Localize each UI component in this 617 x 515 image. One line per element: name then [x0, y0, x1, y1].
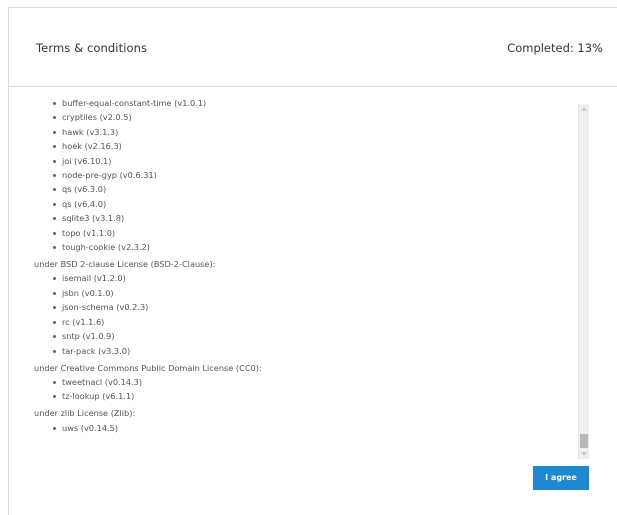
license-scroll-area[interactable]: buffer-equal-constant-time (v1.0.1) crypt…	[34, 96, 590, 452]
license-group-heading: under BSD 2-clause License (BSD-2-Clause…	[34, 259, 216, 270]
license-package-item: hoek (v2.16.3)	[51, 139, 574, 153]
license-package-item: isemail (v1.2.0)	[51, 271, 574, 285]
vertical-scrollbar[interactable]	[578, 104, 589, 459]
license-package-item: node-pre-gyp (v0.6.31)	[51, 168, 574, 182]
license-package-list: buffer-equal-constant-time (v1.0.1) crypt…	[34, 96, 574, 254]
license-package-item: hawk (v3.1.3)	[51, 125, 574, 139]
license-package-item: qs (v6.4.0)	[51, 197, 574, 211]
license-package-item: uws (v0.14.5)	[51, 421, 574, 435]
license-package-item: rc (v1.1.6)	[51, 315, 574, 329]
completion-progress: Completed: 13%	[507, 41, 603, 55]
license-package-item: cryptiles (v2.0.5)	[51, 110, 574, 124]
license-package-list: uws (v0.14.5)	[34, 421, 574, 435]
dialog-title: Terms & conditions	[36, 41, 148, 55]
license-group-heading: under zlib License (Zlib):	[34, 408, 136, 419]
license-package-item: jsbn (v0.1.0)	[51, 286, 574, 300]
scroll-up-icon[interactable]	[581, 107, 587, 111]
dialog-header: Terms & conditions Completed: 13%	[9, 8, 617, 87]
license-package-item: tweetnacl (v0.14.3)	[51, 375, 574, 389]
license-package-item: tar-pack (v3.3.0)	[51, 344, 574, 358]
license-package-item: json-schema (v0.2.3)	[51, 300, 574, 314]
agree-button[interactable]: I agree	[533, 466, 589, 490]
license-group-heading: under Creative Commons Public Domain Lic…	[34, 362, 262, 373]
license-package-list: isemail (v1.2.0) jsbn (v0.1.0) json-schema…	[34, 271, 574, 357]
license-package-item: qs (v6.3.0)	[51, 182, 574, 196]
license-package-item: sntp (v1.0.9)	[51, 329, 574, 343]
license-package-item: joi (v6.10.1)	[51, 154, 574, 168]
license-package-item: tz-lookup (v6.1.1)	[51, 389, 574, 403]
license-package-item: tough-cookie (v2.3.2)	[51, 240, 574, 254]
license-list: buffer-equal-constant-time (v1.0.1) crypt…	[34, 96, 574, 435]
license-package-item: sqlite3 (v3.1.8)	[51, 211, 574, 225]
license-package-item: buffer-equal-constant-time (v1.0.1)	[51, 96, 574, 110]
license-package-item: topo (v1.1.0)	[51, 226, 574, 240]
scroll-down-icon[interactable]	[581, 452, 587, 456]
scrollbar-thumb[interactable]	[580, 434, 588, 448]
license-package-list: tweetnacl (v0.14.3) tz-lookup (v6.1.1)	[34, 375, 574, 404]
